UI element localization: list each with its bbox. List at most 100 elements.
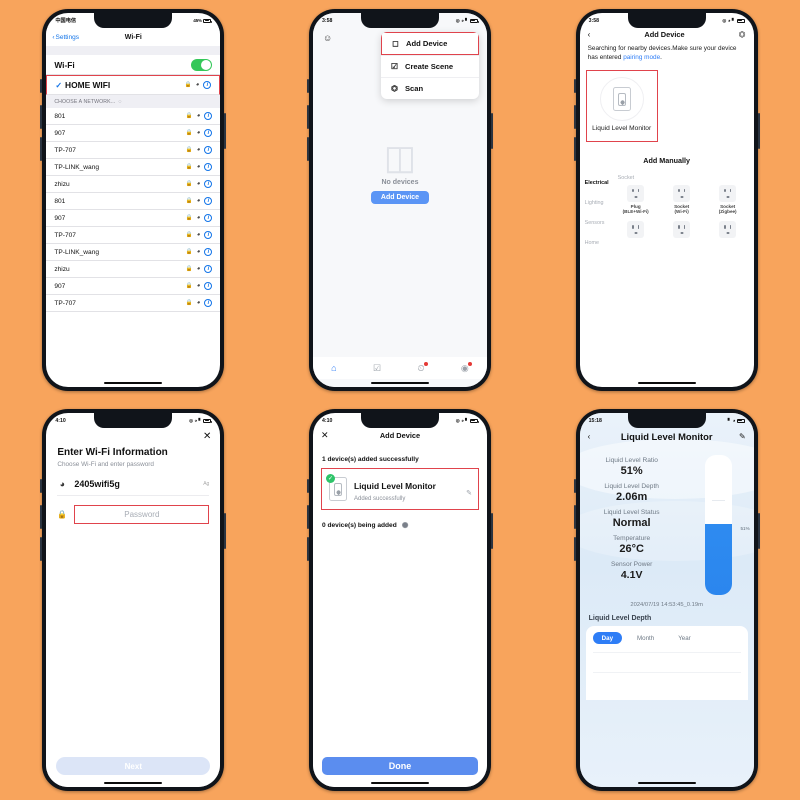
menu-item-add-device[interactable]: ◻ Add Device xyxy=(380,32,479,55)
profile-icon[interactable]: ☺ xyxy=(323,33,332,43)
edit-pencil-icon[interactable]: ✎ xyxy=(466,489,472,497)
info-icon[interactable]: i xyxy=(204,248,213,256)
network-row[interactable]: 907 🔒 ◕ i xyxy=(46,278,221,295)
device-type-item[interactable]: Socket (Zigbee) xyxy=(706,184,750,216)
volume-up-button[interactable] xyxy=(306,505,309,529)
network-row[interactable]: zhizu 🔒 ◕ i xyxy=(46,176,221,193)
mute-switch[interactable] xyxy=(40,79,43,93)
wifi-toggle-switch[interactable] xyxy=(191,58,213,71)
done-button[interactable]: Done xyxy=(321,757,478,775)
info-icon[interactable]: i xyxy=(204,265,213,273)
volume-down-button[interactable] xyxy=(573,537,576,561)
mute-switch[interactable] xyxy=(306,479,309,493)
info-icon[interactable]: i xyxy=(204,299,213,307)
next-button[interactable]: Next xyxy=(56,757,211,775)
clock-label: 4:10 xyxy=(321,417,333,424)
menu-item-create-scene[interactable]: ☑ Create Scene xyxy=(380,55,479,77)
close-icon[interactable]: ✕ xyxy=(321,430,329,441)
found-device-card[interactable]: Liquid Level Monitor xyxy=(585,70,658,142)
mute-switch[interactable] xyxy=(573,479,576,493)
mute-switch[interactable] xyxy=(573,79,576,93)
network-row[interactable]: zhizu 🔒 ◕ i xyxy=(46,261,221,278)
tab-home[interactable]: ⌂ xyxy=(331,363,336,373)
network-row[interactable]: TP-LINK_wang 🔒 ◕ i xyxy=(46,159,221,176)
empty-box-icon: ◫ xyxy=(383,139,417,177)
network-row[interactable]: 907 🔒 ◕ i xyxy=(46,210,221,227)
menu-item-scan[interactable]: ⏣ Scan xyxy=(380,77,479,99)
device-type-item[interactable]: Plug (BLE+Wi-Fi) xyxy=(614,184,658,216)
volume-down-button[interactable] xyxy=(40,537,43,561)
power-button[interactable] xyxy=(757,113,760,149)
category-lighting[interactable]: Lighting xyxy=(585,193,614,213)
info-icon[interactable]: i xyxy=(204,231,213,239)
mute-switch[interactable] xyxy=(40,479,43,493)
info-icon[interactable]: i xyxy=(203,81,212,89)
info-icon[interactable]: i xyxy=(204,214,213,222)
range-tab-month[interactable]: Month xyxy=(628,632,663,644)
info-icon[interactable]: i xyxy=(204,197,213,205)
category-sensors[interactable]: Sensors xyxy=(585,213,614,233)
wifi-signal-icon: ◕ xyxy=(196,181,201,187)
volume-up-button[interactable] xyxy=(573,105,576,129)
power-button[interactable] xyxy=(490,113,493,149)
power-button[interactable] xyxy=(224,513,227,549)
info-icon[interactable]: i xyxy=(204,129,213,137)
device-type-item[interactable] xyxy=(706,221,750,240)
home-indicator xyxy=(104,381,163,384)
volume-up-button[interactable] xyxy=(40,105,43,129)
device-type-item[interactable] xyxy=(614,221,658,240)
stat-value: Normal xyxy=(612,517,651,529)
tab-smart[interactable]: ⏲ xyxy=(417,361,428,374)
tab-me[interactable]: ◉ xyxy=(461,361,472,374)
network-ssid-label: 907 xyxy=(54,282,66,290)
category-home[interactable]: Home xyxy=(585,233,614,253)
back-button[interactable]: ‹ xyxy=(588,432,591,441)
network-row[interactable]: TP-707 🔒 ◕ i xyxy=(46,142,221,159)
network-row[interactable]: 801 🔒 ◕ i xyxy=(46,108,221,125)
volume-down-button[interactable] xyxy=(40,137,43,161)
chart-gridlines xyxy=(592,652,741,692)
volume-up-button[interactable] xyxy=(306,105,309,129)
edit-pencil-icon[interactable]: ✎ xyxy=(739,432,746,441)
scan-icon[interactable]: ⏣ xyxy=(739,30,746,39)
info-icon[interactable]: i xyxy=(204,282,213,290)
notch xyxy=(360,413,439,428)
back-button[interactable]: ‹ xyxy=(588,30,591,39)
mute-switch[interactable] xyxy=(306,79,309,93)
volume-down-button[interactable] xyxy=(306,137,309,161)
range-tab-day[interactable]: Day xyxy=(592,632,623,644)
device-type-item[interactable]: Socket (Wi-Fi) xyxy=(660,184,704,216)
category-electrical[interactable]: Electrical xyxy=(585,173,614,193)
connected-network-row[interactable]: ✓ HOME WIFI 🔒 ◕ i xyxy=(46,75,221,95)
range-tab-year[interactable]: Year xyxy=(669,632,700,644)
volume-up-button[interactable] xyxy=(573,505,576,529)
lock-icon: 🔒 xyxy=(185,164,193,170)
info-icon[interactable]: i xyxy=(204,146,213,154)
power-button[interactable] xyxy=(757,513,760,549)
network-row[interactable]: TP-707 🔒 ◕ i xyxy=(46,295,221,312)
add-device-button[interactable]: Add Device xyxy=(370,191,430,204)
device-type-item[interactable] xyxy=(660,221,704,240)
info-icon[interactable]: i xyxy=(204,180,213,188)
power-button[interactable] xyxy=(224,113,227,149)
ssid-field[interactable]: ◕ 2405wifi5g Ag xyxy=(57,479,210,496)
network-list[interactable]: 801 🔒 ◕ i 907 🔒 ◕ i TP-707 🔒 ◕ i TP-LINK_wang … xyxy=(46,108,221,312)
network-row[interactable]: 801 🔒 ◕ i xyxy=(46,193,221,210)
wifi-toggle-row[interactable]: Wi-Fi xyxy=(46,55,221,75)
added-device-card[interactable]: ✓ Liquid Level Monitor Added successfull… xyxy=(320,468,479,510)
volume-down-button[interactable] xyxy=(573,137,576,161)
socket-icon xyxy=(627,184,645,202)
network-row[interactable]: 907 🔒 ◕ i xyxy=(46,125,221,142)
network-row[interactable]: TP-707 🔒 ◕ i xyxy=(46,227,221,244)
volume-up-button[interactable] xyxy=(40,505,43,529)
password-input[interactable]: Password xyxy=(74,505,210,524)
info-icon[interactable]: i xyxy=(204,163,213,171)
info-icon[interactable]: i xyxy=(204,112,213,120)
pairing-mode-link[interactable]: pairing mode xyxy=(623,54,660,61)
volume-down-button[interactable] xyxy=(306,537,309,561)
power-button[interactable] xyxy=(490,513,493,549)
tab-scene[interactable]: ☑ xyxy=(373,363,381,374)
network-row[interactable]: TP-LINK_wang 🔒 ◕ i xyxy=(46,244,221,261)
close-icon[interactable]: ✕ xyxy=(46,428,220,442)
wifi-toggle-label: Wi-Fi xyxy=(54,59,75,70)
